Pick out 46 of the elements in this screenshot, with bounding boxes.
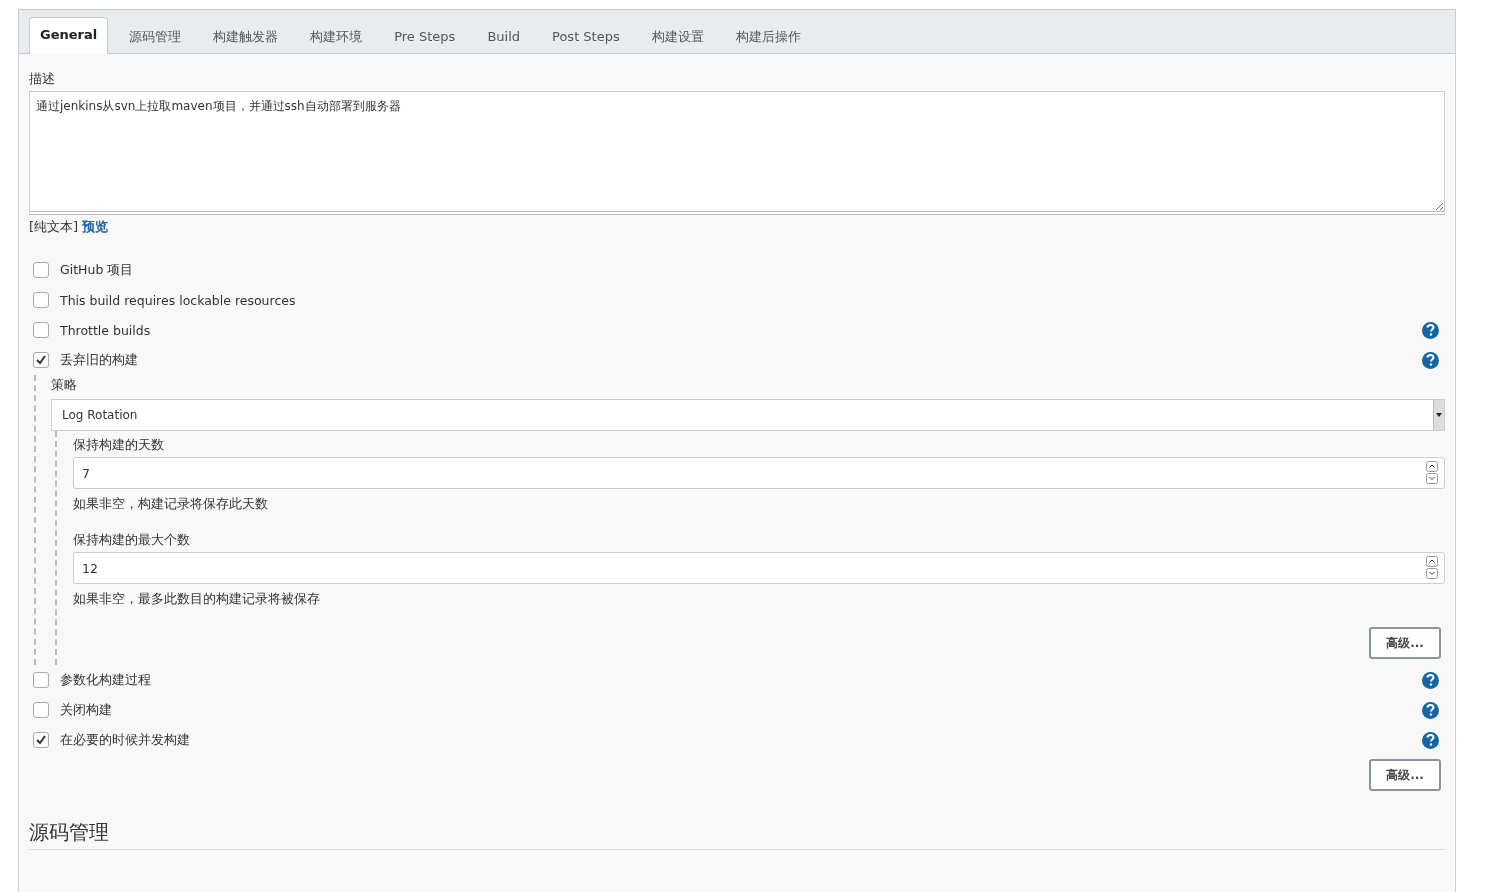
tab[interactable]: Post Steps bbox=[541, 19, 631, 54]
checkbox[interactable] bbox=[33, 352, 49, 368]
tab[interactable]: Build bbox=[476, 19, 532, 54]
field-hint: 如果非空，构建记录将保存此天数 bbox=[73, 496, 269, 512]
option-label: This build requires lockable resources bbox=[60, 292, 296, 308]
tab[interactable]: 构建后操作 bbox=[724, 19, 812, 54]
option-label: 关闭构建 bbox=[60, 701, 112, 719]
number-field[interactable]: 12 bbox=[73, 552, 1445, 584]
help-icon[interactable] bbox=[1422, 731, 1439, 749]
preview-link[interactable]: 预览 bbox=[82, 219, 109, 235]
field-label: 策略 bbox=[51, 377, 78, 393]
strategy-select[interactable]: Log Rotation bbox=[51, 399, 1445, 431]
field-label: 描述 bbox=[29, 71, 56, 87]
format-label: [纯文本] bbox=[29, 219, 79, 235]
tab[interactable]: 构建环境 bbox=[299, 19, 374, 54]
field-hint: 如果非空，最多此数目的构建记录将被保存 bbox=[73, 591, 321, 607]
option-label: GitHub 项目 bbox=[60, 261, 134, 279]
checkbox[interactable] bbox=[33, 292, 49, 308]
spinner-icon[interactable] bbox=[1426, 556, 1438, 579]
section-heading: 源码管理 bbox=[29, 819, 110, 846]
option-label: Throttle builds bbox=[60, 322, 151, 338]
option-label: 在必要的时候并发构建 bbox=[60, 731, 190, 749]
checkbox[interactable] bbox=[33, 262, 49, 278]
help-icon[interactable] bbox=[1422, 321, 1439, 339]
description-field[interactable]: 通过jenkins从svn上拉取maven项目，并通过ssh自动部署到服务器 bbox=[29, 91, 1445, 215]
field-label: 保持构建的最大个数 bbox=[73, 532, 191, 548]
tab[interactable]: 构建触发器 bbox=[202, 19, 290, 54]
help-icon[interactable] bbox=[1422, 671, 1439, 689]
help-icon[interactable] bbox=[1422, 701, 1439, 719]
checkbox[interactable] bbox=[33, 672, 49, 688]
advanced-button[interactable]: 高级... bbox=[1369, 627, 1441, 659]
tab[interactable]: General bbox=[29, 17, 109, 54]
help-icon[interactable] bbox=[1422, 351, 1439, 369]
checkbox[interactable] bbox=[33, 732, 49, 748]
checkbox[interactable] bbox=[33, 322, 49, 338]
tab[interactable]: Pre Steps bbox=[383, 19, 467, 54]
checkbox[interactable] bbox=[33, 702, 49, 718]
advanced-button[interactable]: 高级... bbox=[1369, 759, 1441, 791]
tab[interactable]: 源码管理 bbox=[118, 19, 193, 54]
spinner-icon[interactable] bbox=[1426, 461, 1438, 484]
option-label: 丢弃旧的构建 bbox=[60, 351, 138, 369]
field-label: 保持构建的天数 bbox=[73, 437, 165, 453]
tab[interactable]: 构建设置 bbox=[640, 19, 715, 54]
option-label: 参数化构建过程 bbox=[60, 671, 151, 689]
number-field[interactable]: 7 bbox=[73, 457, 1445, 489]
dropdown-icon bbox=[1433, 400, 1444, 430]
